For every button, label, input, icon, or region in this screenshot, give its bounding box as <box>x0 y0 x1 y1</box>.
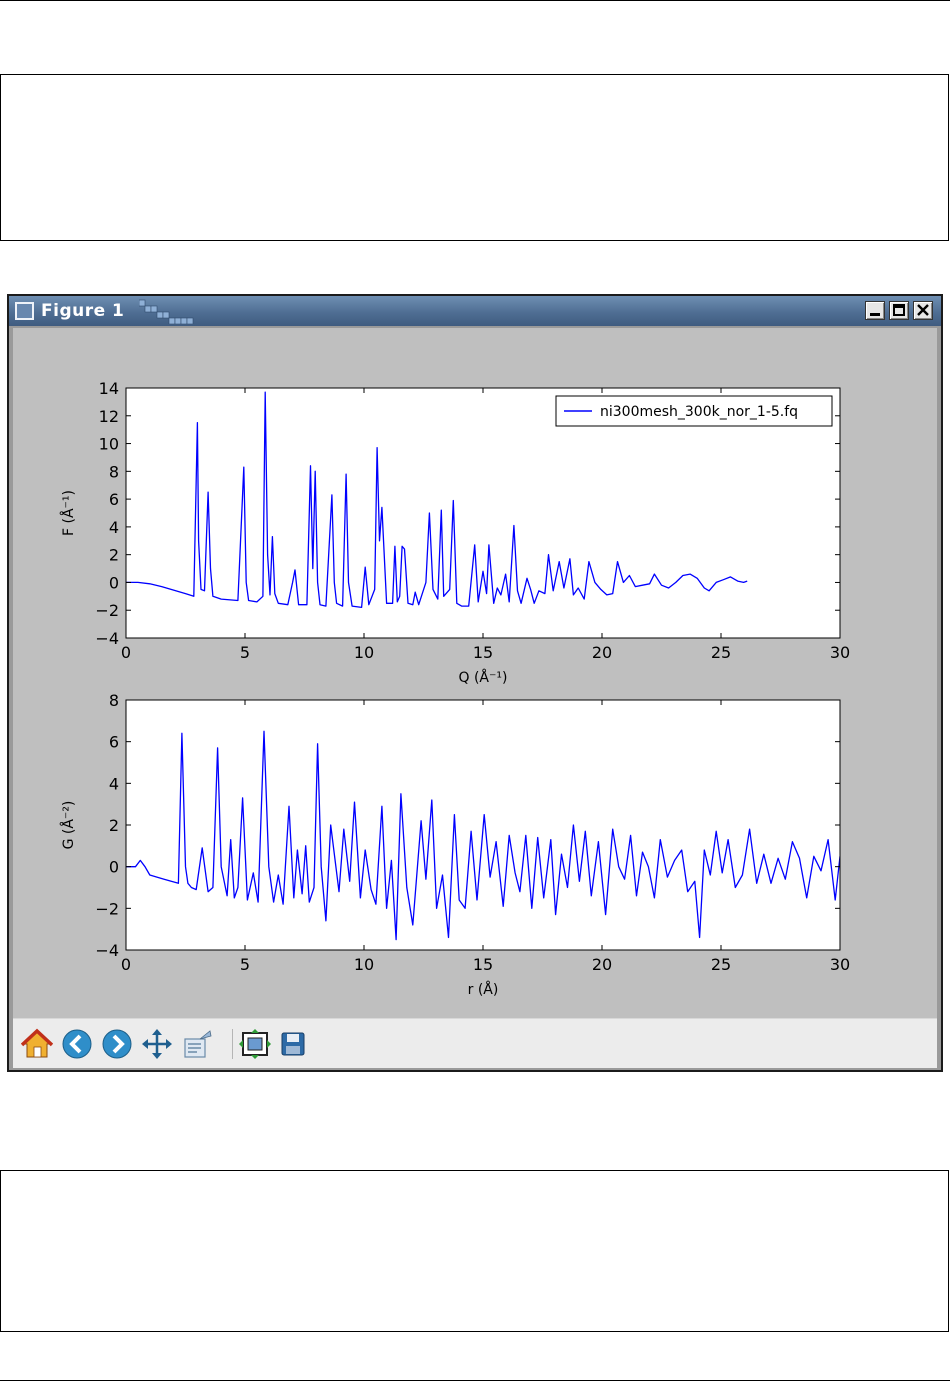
x-axis-label: Q (Å⁻¹) <box>459 669 508 686</box>
code-box-top <box>0 74 949 241</box>
x-tick-label: 5 <box>240 955 250 974</box>
subplot-1: 0 5 10 15 20 25 30 −4 −2 0 2 4 6 8 10 12 14 Q (Å⁻¹) F (Å⁻¹… <box>60 379 850 686</box>
figure-window: Figure 1 0 5 10 15 20 25 30 −4 −2 0 2 4 6 8 10 12 14 Q (Å… <box>7 294 943 1072</box>
legend: ni300mesh_300k_nor_1-5.fq <box>555 395 833 427</box>
maximize-button[interactable] <box>889 301 909 320</box>
x-tick-label: 15 <box>473 643 493 662</box>
y-tick-label: −4 <box>95 941 119 960</box>
x-tick-label: 0 <box>121 643 131 662</box>
x-tick-label: 15 <box>473 955 493 974</box>
y-tick-label: −4 <box>95 629 119 648</box>
x-tick-label: 10 <box>354 955 374 974</box>
window-titlebar[interactable]: Figure 1 <box>9 296 941 326</box>
subplot-2: 0 5 10 15 20 25 30 −4 −2 0 2 4 6 8 r (Å) G (Å⁻²) <box>60 691 850 998</box>
y-tick-label: 0 <box>109 858 119 877</box>
y-tick-label: 6 <box>109 490 119 509</box>
y-tick-label: 10 <box>99 435 119 454</box>
home-icon[interactable] <box>21 1028 53 1060</box>
x-tick-label: 30 <box>830 955 850 974</box>
legend-label: ni300mesh_300k_nor_1-5.fq <box>600 404 798 420</box>
x-tick-label: 0 <box>121 955 131 974</box>
close-icon <box>917 304 929 316</box>
titlebar-decoration-icon <box>139 299 194 324</box>
x-tick-label: 5 <box>240 643 250 662</box>
x-tick-label: 30 <box>830 643 850 662</box>
y-tick-label: 6 <box>109 733 119 752</box>
page-top-rule <box>0 0 950 1</box>
zoom-rect-icon[interactable] <box>181 1028 213 1060</box>
pan-arrows-icon[interactable] <box>141 1028 173 1060</box>
y-tick-label: 14 <box>99 379 119 398</box>
window-menu-icon[interactable] <box>15 302 34 320</box>
y-tick-label: −2 <box>95 899 119 918</box>
x-tick-label: 25 <box>711 643 731 662</box>
code-box-bottom <box>0 1170 949 1332</box>
x-tick-label: 25 <box>711 955 731 974</box>
navigation-toolbar <box>13 1018 937 1068</box>
close-button[interactable] <box>913 301 933 320</box>
x-tick-label: 20 <box>592 955 612 974</box>
y-axis-label: F (Å⁻¹) <box>60 490 77 536</box>
subplots-config-icon[interactable] <box>239 1028 271 1060</box>
minimize-icon <box>870 313 880 316</box>
back-arrow-icon[interactable] <box>61 1028 93 1060</box>
plot-canvas: 0 5 10 15 20 25 30−4−202468101214Q (Å⁻¹)F (Å⁻¹… <box>60 379 850 998</box>
y-tick-label: 0 <box>109 573 119 592</box>
figure-canvas[interactable]: 0 5 10 15 20 25 30 −4 −2 0 2 4 6 8 10 12 14 Q (Å⁻¹) F (Å⁻¹… <box>13 328 937 1018</box>
x-tick-label: 20 <box>592 643 612 662</box>
y-axis-label: G (Å⁻²) <box>60 801 77 850</box>
forward-arrow-icon[interactable] <box>101 1028 133 1060</box>
y-tick-label: 8 <box>109 462 119 481</box>
y-tick-label: −2 <box>95 601 119 620</box>
y-tick-label: 8 <box>109 691 119 710</box>
x-axis-label: r (Å) <box>468 981 499 998</box>
y-tick-label: 4 <box>109 518 119 537</box>
x-tick-label: 10 <box>354 643 374 662</box>
window-title: Figure 1 <box>41 301 125 321</box>
y-tick-label: 2 <box>109 546 119 565</box>
minimize-button[interactable] <box>865 301 885 320</box>
maximize-icon <box>893 304 905 316</box>
y-tick-label: 4 <box>109 774 119 793</box>
toolbar-separator <box>232 1029 233 1059</box>
y-tick-label: 2 <box>109 816 119 835</box>
y-tick-label: 12 <box>99 407 119 426</box>
save-floppy-icon[interactable] <box>277 1028 309 1060</box>
page-bottom-rule <box>0 1380 950 1381</box>
